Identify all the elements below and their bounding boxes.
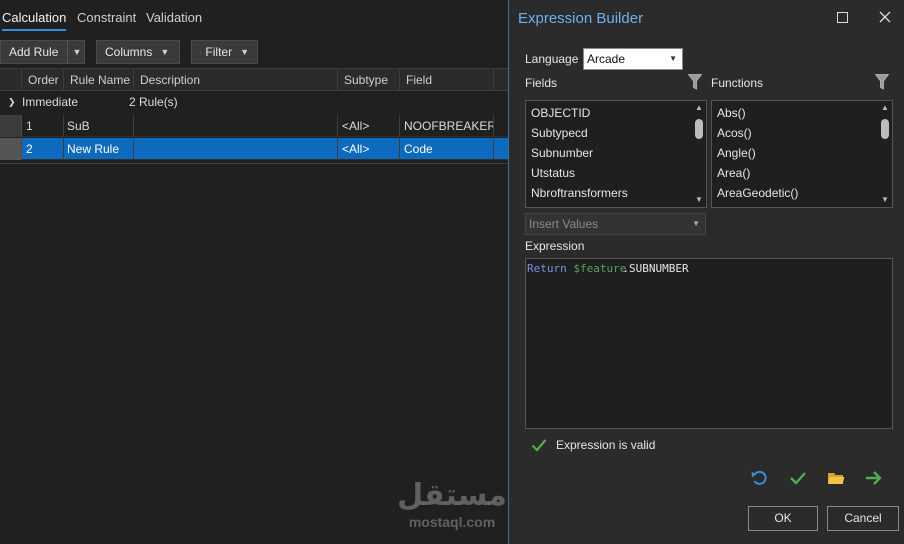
language-select[interactable]: Arcade ▼	[583, 48, 683, 70]
column-header-rule-name[interactable]: Rule Name	[64, 69, 134, 91]
tab-validation[interactable]: Validation	[146, 10, 202, 25]
columns-label: Columns	[105, 45, 153, 59]
chevron-down-icon: ▼	[240, 47, 249, 57]
list-item[interactable]: AreaGeodetic()	[717, 186, 798, 200]
language-label: Language	[525, 52, 579, 66]
toolbar: Add Rule ▼ Columns ▼ Filter ▼	[0, 40, 508, 64]
chevron-down-icon: ▼	[160, 47, 170, 57]
rules-pane: Calculation Constraint Validation Add Ru…	[0, 0, 508, 544]
split-divider	[67, 40, 68, 64]
cell-order: 1	[22, 115, 64, 137]
filter-icon	[200, 51, 202, 53]
group-name: Immediate	[22, 95, 79, 109]
chevron-down-icon: ▼	[692, 219, 700, 228]
column-header-subtype[interactable]: Subtype	[338, 69, 400, 91]
row-header[interactable]	[0, 138, 22, 160]
fields-list[interactable]: OBJECTID Subtypecd Subnumber Utstatus Nb…	[525, 100, 707, 208]
insert-values-label: Insert Values	[529, 217, 599, 231]
cell-subtype: <All>	[338, 138, 400, 160]
column-header-field[interactable]: Field	[400, 69, 494, 91]
tab-bar: Calculation Constraint Validation	[0, 0, 508, 34]
expression-property: .SUBNUMBER	[622, 262, 689, 275]
rules-table: Order Rule Name Description Subtype Fiel…	[0, 68, 508, 164]
cell-description	[134, 115, 338, 137]
scroll-thumb[interactable]	[695, 119, 703, 139]
list-item[interactable]: Abs()	[717, 106, 746, 120]
validation-text: Expression is valid	[556, 438, 656, 452]
cell-rule-name: SuB	[64, 115, 134, 137]
watermark-latin: mostaql.com	[408, 514, 496, 530]
row-header-corner	[0, 69, 22, 91]
columns-button[interactable]: Columns ▼	[96, 40, 180, 64]
watermark-arabic: مستقل	[397, 478, 507, 513]
list-item[interactable]: Nbroftransformers	[531, 186, 628, 200]
undo-icon[interactable]	[750, 468, 770, 488]
arrow-right-icon[interactable]	[864, 468, 884, 488]
validation-status: Expression is valid	[531, 437, 655, 453]
fields-filter-icon[interactable]	[688, 74, 702, 90]
functions-filter-icon[interactable]	[875, 74, 889, 90]
group-row-immediate[interactable]: ❯ Immediate 2 Rule(s)	[0, 91, 508, 113]
expression-label: Expression	[525, 239, 585, 253]
expression-variable: $feature	[573, 262, 627, 275]
dialog-title: Expression Builder	[518, 10, 644, 27]
row-header[interactable]	[0, 115, 22, 137]
list-item[interactable]: Acos()	[717, 126, 752, 140]
cell-subtype: <All>	[338, 115, 400, 137]
maximize-icon[interactable]	[832, 8, 852, 28]
cell-rule-name: New Rule	[64, 138, 134, 160]
checkmark-icon	[531, 439, 547, 452]
insert-values-dropdown[interactable]: Insert Values ▼	[525, 213, 706, 235]
open-folder-icon[interactable]	[826, 468, 846, 488]
functions-label: Functions	[711, 76, 764, 90]
cell-order: 2	[22, 138, 64, 160]
scroll-down-icon[interactable]: ▼	[878, 193, 892, 207]
tab-constraint[interactable]: Constraint	[77, 10, 136, 25]
list-item[interactable]: Subnumber	[531, 146, 593, 160]
table-header: Order Rule Name Description Subtype Fiel…	[0, 68, 508, 91]
scroll-up-icon[interactable]: ▲	[692, 101, 706, 115]
scroll-down-icon[interactable]: ▼	[692, 193, 706, 207]
fields-scrollbar[interactable]: ▲ ▼	[692, 101, 706, 207]
column-header-order[interactable]: Order	[22, 69, 64, 91]
watermark-logo: مستقل mostaql.com	[396, 478, 508, 538]
list-item[interactable]: Utstatus	[531, 166, 575, 180]
filter-button[interactable]: Filter ▼	[191, 40, 258, 64]
expression-keyword: Return	[527, 262, 567, 275]
close-icon[interactable]	[875, 8, 895, 28]
filter-label: Filter	[205, 45, 233, 59]
verify-check-icon[interactable]	[788, 468, 808, 488]
table-row-selected[interactable]: 2 New Rule <All> Code	[0, 138, 508, 160]
tab-calculation[interactable]: Calculation	[2, 10, 67, 31]
list-item[interactable]: OBJECTID	[531, 106, 590, 120]
functions-scrollbar[interactable]: ▲ ▼	[878, 101, 892, 207]
ok-button[interactable]: OK	[748, 506, 818, 531]
list-item[interactable]: Subtypecd	[531, 126, 588, 140]
add-rule-dropdown-icon[interactable]: ▼	[69, 40, 85, 64]
expand-chevron-icon[interactable]: ❯	[8, 91, 16, 113]
table-row[interactable]: 1 SuB <All> NOOFBREAKERS	[0, 115, 508, 137]
cell-field: Code	[400, 138, 494, 160]
cell-description	[134, 138, 338, 160]
expression-editor[interactable]: Return $feature.SUBNUMBER	[525, 258, 893, 429]
scroll-thumb[interactable]	[881, 119, 889, 139]
chevron-down-icon: ▼	[669, 54, 677, 63]
cancel-button[interactable]: Cancel	[827, 506, 899, 531]
language-value: Arcade	[587, 52, 626, 66]
list-item[interactable]: Angle()	[717, 146, 756, 160]
expression-builder-dialog: Expression Builder Language Arcade ▼ Fie…	[508, 0, 904, 544]
list-item[interactable]: Area()	[717, 166, 750, 180]
group-count: 2 Rule(s)	[129, 95, 178, 109]
functions-list[interactable]: Abs() Acos() Angle() Area() AreaGeodetic…	[711, 100, 893, 208]
add-rule-label: Add Rule	[9, 45, 59, 59]
cell-field: NOOFBREAKERS	[400, 115, 494, 137]
fields-label: Fields	[525, 76, 558, 90]
column-header-description[interactable]: Description	[134, 69, 338, 91]
scroll-up-icon[interactable]: ▲	[878, 101, 892, 115]
